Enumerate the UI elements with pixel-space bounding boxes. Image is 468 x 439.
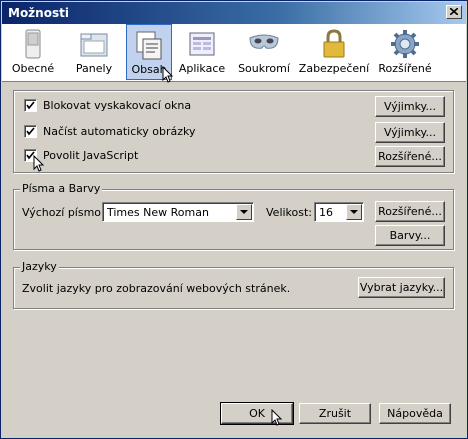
window-title: Možnosti — [8, 6, 69, 20]
applications-icon — [189, 32, 215, 56]
popup-exceptions-button[interactable]: Výjimky... — [375, 96, 445, 117]
default-font-select[interactable]: Times New Roman — [102, 202, 254, 222]
chevron-down-icon — [350, 210, 358, 214]
checkmark-icon — [26, 127, 35, 136]
enable-javascript-label: Povolit JavaScript — [43, 149, 139, 162]
folder-icon — [80, 33, 108, 57]
gear-icon — [391, 30, 419, 58]
mask-icon — [249, 34, 279, 49]
load-images-checkbox[interactable] — [24, 125, 37, 138]
close-icon — [450, 8, 458, 15]
block-popups-label: Blokovat vyskakovací okna — [43, 99, 192, 112]
languages-group: Jazyky Zvolit jazyky pro zobrazování web… — [13, 260, 454, 309]
checkmark-icon — [26, 101, 35, 110]
tab-security-label: Zabezpečení — [298, 62, 370, 75]
enable-javascript-checkbox[interactable] — [24, 149, 37, 162]
tab-advanced[interactable]: Rozšířené — [376, 24, 434, 80]
font-size-dropdown-button[interactable] — [346, 204, 362, 220]
font-size-value: 16 — [319, 206, 333, 219]
tab-tabs-label: Panely — [75, 62, 113, 75]
tab-security[interactable]: Zabezpečení — [296, 24, 372, 80]
checkmark-icon — [26, 151, 35, 160]
help-button[interactable]: Nápověda — [379, 403, 451, 424]
tab-general[interactable]: Obecné — [6, 24, 60, 80]
content-icon — [136, 31, 162, 60]
ok-button[interactable]: OK — [220, 402, 294, 425]
preferences-toolbar: Obecné Panely Obsah Aplikace Soukromí Za… — [2, 24, 466, 83]
default-font-label: Výchozí písmo: — [22, 206, 105, 219]
tab-advanced-label: Rozšířené — [378, 62, 432, 75]
load-images-label: Načíst automaticky obrázky — [43, 125, 196, 138]
tab-privacy[interactable]: Soukromí — [234, 24, 294, 80]
languages-description: Zvolit jazyky pro zobrazování webových s… — [22, 282, 291, 295]
font-size-label: Velikost: — [266, 206, 313, 219]
padlock-icon — [323, 29, 345, 58]
tab-applications[interactable]: Aplikace — [174, 24, 230, 80]
default-font-value: Times New Roman — [107, 206, 209, 219]
block-popups-checkbox[interactable] — [24, 99, 37, 112]
javascript-advanced-button[interactable]: Rozšířené... — [375, 146, 445, 167]
languages-legend: Jazyky — [20, 260, 59, 273]
colors-button[interactable]: Barvy... — [375, 225, 445, 246]
tab-content-label: Obsah — [131, 63, 167, 76]
tab-tabs[interactable]: Panely — [64, 24, 124, 80]
chevron-down-icon — [240, 210, 248, 214]
content-group: Blokovat vyskakovací okna Výjimky... Nač… — [13, 90, 454, 173]
options-window: Možnosti Obecné Panely Obsah Aplikace So… — [0, 0, 468, 439]
tab-general-label: Obecné — [11, 62, 55, 75]
close-button[interactable] — [446, 5, 462, 19]
fonts-advanced-button[interactable]: Rozšířené... — [375, 201, 445, 222]
default-font-dropdown-button[interactable] — [236, 204, 252, 220]
fonts-colors-group: Písma a Barvy Výchozí písmo: Times New R… — [13, 182, 454, 250]
tab-content[interactable]: Obsah — [126, 24, 172, 80]
fonts-colors-legend: Písma a Barvy — [20, 182, 103, 195]
tab-applications-label: Aplikace — [178, 62, 226, 75]
font-size-select[interactable]: 16 — [314, 202, 364, 222]
title-bar: Možnosti — [2, 2, 466, 24]
switch-icon — [25, 29, 41, 59]
choose-languages-button[interactable]: Vybrat jazyky... — [358, 277, 445, 298]
cancel-button[interactable]: Zrušit — [299, 403, 371, 424]
tab-privacy-label: Soukromí — [238, 62, 290, 75]
image-exceptions-button[interactable]: Výjimky... — [375, 122, 445, 143]
